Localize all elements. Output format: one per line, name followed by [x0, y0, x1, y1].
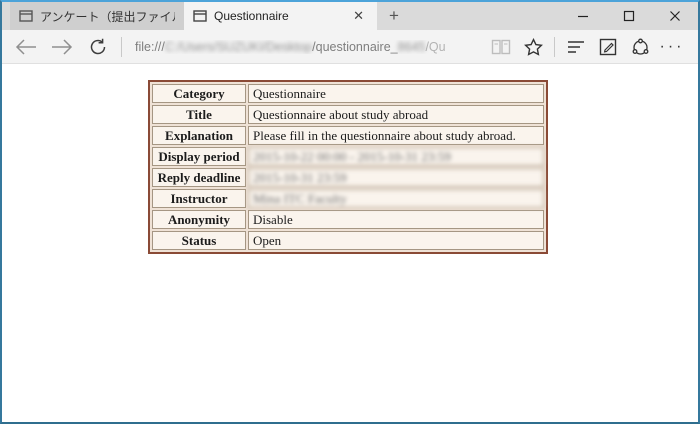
row-value: Questionnaire about study abroad	[248, 105, 544, 124]
minimize-icon[interactable]	[560, 2, 606, 30]
row-value: Mina ITC Faculty	[248, 189, 544, 208]
questionnaire-table: CategoryQuestionnaireTitleQuestionnaire …	[148, 80, 548, 254]
close-icon[interactable]	[652, 2, 698, 30]
hub-icon[interactable]	[560, 30, 592, 64]
row-label: Instructor	[152, 189, 246, 208]
page-icon	[193, 10, 207, 22]
table-row: Display period2015-10-22 00:00 - 2015-10…	[152, 147, 544, 166]
table-row: InstructorMina ITC Faculty	[152, 189, 544, 208]
navigation-bar: file:///C:/Users/SUZUKI/Desktop/question…	[2, 30, 698, 64]
row-label: Explanation	[152, 126, 246, 145]
row-value: Open	[248, 231, 544, 250]
window-controls	[560, 2, 698, 30]
url-blurred-path: C:/Users/SUZUKI/Desktop	[165, 40, 312, 54]
table-row: TitleQuestionnaire about study abroad	[152, 105, 544, 124]
refresh-icon[interactable]	[80, 30, 116, 64]
url-blurred-id: 8645	[398, 40, 426, 54]
row-label: Status	[152, 231, 246, 250]
tab-title: アンケート（提出ファイルの保存	[40, 8, 175, 25]
table-row: CategoryQuestionnaire	[152, 84, 544, 103]
row-label: Reply deadline	[152, 168, 246, 187]
page-icon	[19, 10, 33, 22]
divider	[554, 37, 555, 57]
tab-close-icon[interactable]: ✕	[349, 8, 368, 24]
address-bar[interactable]: file:///C:/Users/SUZUKI/Desktop/question…	[127, 40, 485, 54]
row-label: Display period	[152, 147, 246, 166]
reading-view-icon[interactable]	[485, 30, 517, 64]
tab-questionnaire[interactable]: Questionnaire ✕	[184, 2, 377, 30]
browser-window: アンケート（提出ファイルの保存 Questionnaire ✕ +	[0, 0, 700, 424]
table-row: Reply deadline2015-10-31 23:59	[152, 168, 544, 187]
tab-questionnaire-save[interactable]: アンケート（提出ファイルの保存	[10, 2, 184, 30]
new-tab-button[interactable]: +	[377, 2, 411, 30]
favorites-star-icon[interactable]	[517, 30, 549, 64]
tab-bar: アンケート（提出ファイルの保存 Questionnaire ✕ +	[2, 2, 698, 30]
row-label: Anonymity	[152, 210, 246, 229]
maximize-icon[interactable]	[606, 2, 652, 30]
page-content: CategoryQuestionnaireTitleQuestionnaire …	[2, 64, 698, 422]
back-icon[interactable]	[8, 30, 44, 64]
row-value: Questionnaire	[248, 84, 544, 103]
row-value: Disable	[248, 210, 544, 229]
more-ellipsis-icon[interactable]: ···	[656, 30, 688, 64]
table-row: AnonymityDisable	[152, 210, 544, 229]
forward-icon[interactable]	[44, 30, 80, 64]
divider	[121, 37, 122, 57]
toolbar-icons: ···	[485, 30, 688, 64]
row-label: Title	[152, 105, 246, 124]
web-note-pen-icon[interactable]	[592, 30, 624, 64]
url-mid: /questionnaire_	[312, 40, 397, 54]
table-row: ExplanationPlease fill in the questionna…	[152, 126, 544, 145]
row-value: Please fill in the questionnaire about s…	[248, 126, 544, 145]
row-label: Category	[152, 84, 246, 103]
share-icon[interactable]	[624, 30, 656, 64]
row-value: 2015-10-22 00:00 - 2015-10-31 23:59	[248, 147, 544, 166]
table-row: StatusOpen	[152, 231, 544, 250]
questionnaire-table-body: CategoryQuestionnaireTitleQuestionnaire …	[152, 84, 544, 250]
row-value: 2015-10-31 23:59	[248, 168, 544, 187]
tab-title: Questionnaire	[214, 9, 342, 23]
url-tail: /Qu	[425, 40, 445, 54]
url-prefix: file:///	[135, 40, 165, 54]
